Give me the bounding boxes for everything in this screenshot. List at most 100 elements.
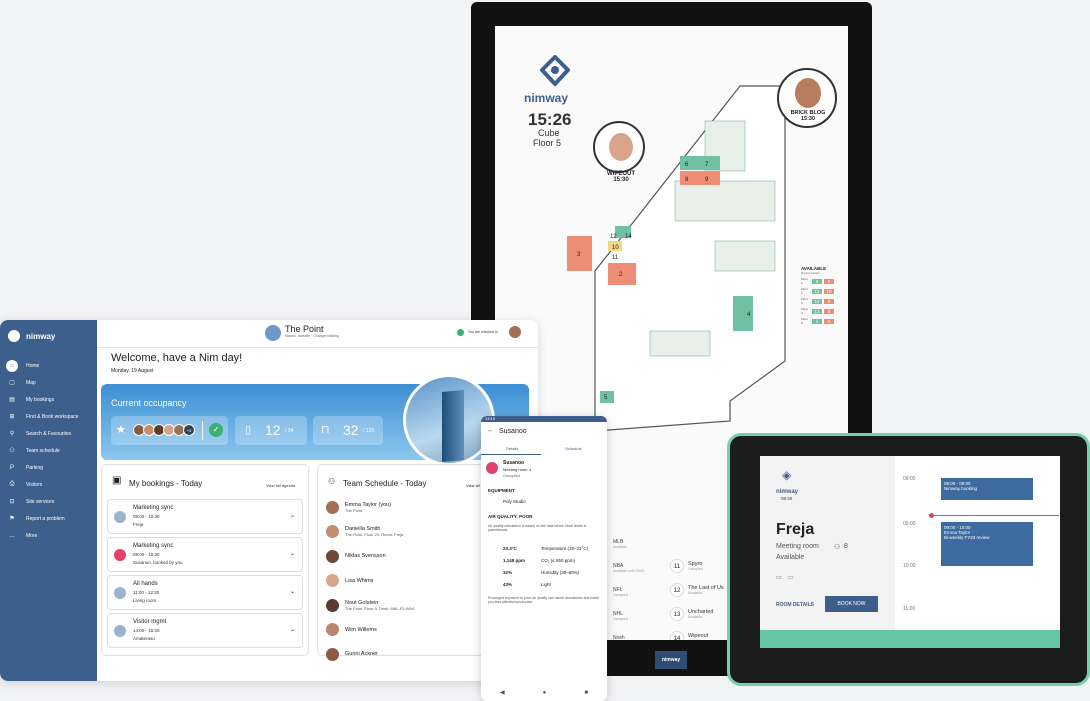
room-info-panel: ◈ nimway 08:40 Freja Meeting room ⚇ 8 Av… <box>760 456 895 630</box>
booking-avatar <box>114 549 126 561</box>
team-schedule-icon: ⚇ <box>9 448 15 454</box>
aq-label: Humidity (30–60%) <box>541 570 580 575</box>
tab-schedule[interactable]: Schedule <box>565 446 582 451</box>
phone-title: Susanoo <box>499 428 527 435</box>
sidebar-item-find-book-workspace[interactable]: ⊞ Find & Book workspace <box>0 408 97 425</box>
nimway-logo-icon: ◈ <box>782 468 792 482</box>
timeline-hour: 09:00 <box>903 521 916 527</box>
kiosk-room-status: Occupied <box>613 617 628 621</box>
sidebar-item-search-favourites[interactable]: ⚲ Search & Favourites <box>0 425 97 442</box>
sidebar-item-parking[interactable]: P Parking <box>0 459 97 476</box>
nimway-logo-icon <box>8 330 20 342</box>
aq-value: 32% <box>503 570 513 575</box>
booking-title: All hands <box>133 581 158 587</box>
team-member[interactable]: Niklas Svensson <box>326 546 386 566</box>
booking-item[interactable]: Marketing sync 09:00 - 10:30 Freja ⌄ <box>107 499 303 534</box>
team-member[interactable]: Gunni Ackner <box>326 644 378 664</box>
team-member[interactable]: Daniella Smith The Point, Floor 23, Room:… <box>326 522 403 542</box>
aq-desc: Air quality calculation is based on the … <box>488 524 587 532</box>
current-time-dot <box>929 513 934 518</box>
room-screen: ◈ nimway 08:40 Freja Meeting room ⚇ 8 Av… <box>760 456 1060 648</box>
wipeout-time: 15:30 <box>613 177 629 183</box>
chevron-down-icon[interactable]: ⌄ <box>290 512 295 519</box>
welcome-heading: Welcome, have a Nim day! <box>111 352 243 364</box>
favourites-present[interactable]: ★ +3 ✓ <box>111 416 228 445</box>
team-member[interactable]: Wim Willems <box>326 620 377 640</box>
brick-blog-time: 15:30 <box>800 116 816 122</box>
sidebar-item-more[interactable]: … More <box>0 527 97 544</box>
avatar <box>326 549 339 563</box>
aq-title: AIR QUALITY: POOR <box>488 514 533 519</box>
sidebar-item-team-schedule[interactable]: ⚇ Team schedule <box>0 442 97 459</box>
kiosk-room-name: Nosh <box>613 635 625 640</box>
booking-title: Marketing sync <box>133 543 174 549</box>
sidebar-item-site-services[interactable]: ⊡ Site services <box>0 493 97 510</box>
team-member-text: Wim Willems <box>345 627 377 633</box>
floor-label: Floor 4 <box>801 307 808 315</box>
avatar <box>326 623 339 636</box>
room-type: Meeting room <box>776 543 819 550</box>
view-full-agenda-link[interactable]: View full agenda <box>266 483 295 488</box>
event-1-title: Nimway booking <box>944 486 978 491</box>
user-avatar[interactable] <box>509 326 521 338</box>
svg-text:11: 11 <box>612 255 619 261</box>
building-name[interactable]: The Point <box>285 324 324 334</box>
my-bookings-card: ▣ My bookings - Today View full agenda M… <box>101 464 309 656</box>
brick-blog-label: BRICK BLOG 15:30 <box>783 110 833 122</box>
divider <box>202 421 203 440</box>
avatar <box>326 598 339 612</box>
chevron-down-icon[interactable]: ⌄ <box>290 626 295 633</box>
aq-value: 23.3°C <box>503 546 517 551</box>
available-table: AVAILABLE Rooms Desks Floor 1 3 0 Floor 2 12… <box>801 266 841 325</box>
book-now-button[interactable]: BOOK NOW <box>825 596 878 612</box>
chevron-down-icon[interactable]: ⌄ <box>290 550 295 557</box>
event-2[interactable]: 09:00 - 10:00 Emma Taylor Bi-weekly FY23 r… <box>941 522 1033 566</box>
team-member[interactable]: Emma Taylor (you) The Point <box>326 497 391 517</box>
room-details-button[interactable]: ROOM DETAILS <box>776 602 814 608</box>
sidebar-item-report-a-problem[interactable]: ⚑ Report a problem <box>0 510 97 527</box>
team-member[interactable]: Lisa Whims <box>326 571 373 591</box>
back-arrow-icon[interactable]: ← <box>487 427 494 434</box>
kiosk-room-status: Available until 15:00 <box>613 569 645 573</box>
status-time: 13:15 <box>485 416 496 421</box>
sidebar-item-home[interactable]: ⌂ Home <box>0 357 97 374</box>
booking-time: 14:00 - 15:00 <box>133 628 160 633</box>
desks-count: 10 <box>824 288 834 294</box>
booking-item[interactable]: Visitor mgmt 14:00 - 15:00 Amaterasu ⌄ <box>107 613 303 648</box>
kiosk-room-status: Available <box>613 545 628 549</box>
kiosk-room: 14 WipeoutAvailable <box>670 631 708 640</box>
home-icon: ⌂ <box>6 359 18 372</box>
team-member[interactable]: Nout Golstein The Point, Floor 5, Desk: M… <box>326 595 414 615</box>
booking-title: Visitor mgmt <box>133 619 167 625</box>
sidebar-item-map[interactable]: ▢ Map <box>0 374 97 391</box>
aq-value: 43% <box>503 582 513 587</box>
event-1[interactable]: 08:00 - 09:00 Nimway booking <box>941 478 1033 500</box>
sidebar-item-visitors[interactable]: ⎙ Visitors <box>0 476 97 493</box>
kiosk-room-status: Available <box>688 615 703 619</box>
back-icon[interactable]: ◀ <box>500 689 505 696</box>
home-icon[interactable]: ● <box>543 690 547 696</box>
rooms-count: 14 <box>812 298 822 304</box>
building-sub[interactable]: Madrid, Sweden · Change building <box>285 334 339 338</box>
team-view-all-link[interactable]: View all <box>466 483 480 488</box>
floor-plan[interactable]: 6 78 9 12 1410112345 <box>555 81 795 461</box>
desks-count: 4 <box>824 318 834 324</box>
rooms-total: / 34 <box>285 428 294 434</box>
tab-details[interactable]: Details <box>506 446 518 451</box>
rooms-available[interactable]: ▯ 12 / 34 <box>235 416 307 445</box>
team-member-text: Niklas Svensson <box>345 553 386 559</box>
kiosk-room-text: Uncharted Available <box>688 609 713 619</box>
booking-place: Freja <box>133 522 144 527</box>
chevron-down-icon[interactable]: ⌄ <box>290 588 295 595</box>
booking-item[interactable]: Marketing sync 09:00 - 10:30 Susanoo, book… <box>107 537 303 572</box>
sidebar-item-label: Find & Book workspace <box>26 413 79 420</box>
sidebar-item-my-bookings[interactable]: ▤ My bookings <box>0 391 97 408</box>
booking-item[interactable]: All hands 11:00 - 12:30 Living room ⌄ <box>107 575 303 610</box>
floor-label: Floor 2 <box>801 287 808 295</box>
recents-icon[interactable]: ■ <box>584 690 588 696</box>
desks-available[interactable]: ⊓ 32 / 120 <box>313 416 383 445</box>
kiosk-room-status: Available <box>688 591 703 595</box>
building-avatar <box>265 325 281 341</box>
rooms-count: 3 <box>812 278 822 284</box>
booking-time: 09:00 - 10:30 <box>133 552 160 557</box>
